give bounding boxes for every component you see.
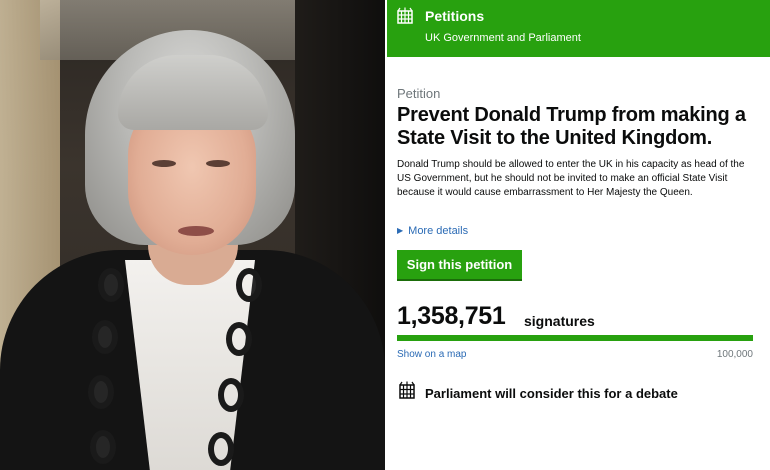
site-header: Petitions UK Government and Parliament	[387, 0, 770, 57]
signatures-label: signatures	[524, 313, 595, 329]
more-details-label: More details	[408, 225, 469, 237]
disclosure-triangle-icon: ▶	[397, 226, 404, 235]
petition-title: Prevent Donald Trump from making a State…	[397, 104, 746, 149]
debate-notice: Parliament will consider this for a deba…	[425, 386, 678, 401]
necklace-bead	[218, 378, 244, 412]
photo-eye-left	[152, 160, 176, 167]
necklace-bead	[90, 430, 116, 464]
show-on-map-link[interactable]: Show on a map	[397, 349, 467, 360]
necklace-bead	[226, 322, 252, 356]
signature-count: 1,358,751	[397, 302, 506, 330]
photo-eye-right	[206, 160, 230, 167]
petition-kicker: Petition	[397, 86, 441, 101]
necklace-bead	[92, 320, 118, 354]
portrait-photo	[0, 0, 385, 470]
necklace-bead	[88, 375, 114, 409]
necklace-bead	[236, 268, 262, 302]
signature-progress-bar	[397, 335, 753, 341]
portcullis-icon[interactable]	[396, 7, 414, 25]
site-title[interactable]: Petitions	[425, 8, 484, 24]
portcullis-icon	[399, 381, 415, 399]
site-subtitle: UK Government and Parliament	[425, 32, 581, 44]
debate-threshold: 100,000	[716, 349, 753, 360]
necklace-bead	[98, 268, 124, 302]
sign-petition-button[interactable]: Sign this petition	[397, 250, 522, 279]
necklace-bead	[208, 432, 234, 466]
petition-panel: Petitions UK Government and Parliament P…	[387, 0, 770, 470]
petition-description: Donald Trump should be allowed to enter …	[397, 159, 745, 198]
signature-progress-fill	[397, 335, 753, 341]
photo-mouth	[178, 226, 214, 236]
more-details-toggle[interactable]: ▶ More details	[397, 225, 468, 237]
